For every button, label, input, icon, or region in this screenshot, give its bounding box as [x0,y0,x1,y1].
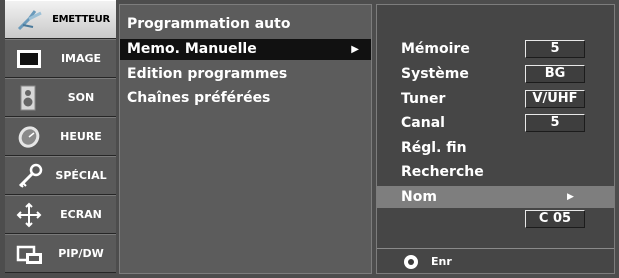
radio-icon[interactable] [404,255,418,269]
nom-value[interactable]: C 05 [525,210,585,228]
setting-label-nom: Nom [401,189,437,205]
category-label: SPÉCIAL [55,169,107,182]
setting-regl-fin[interactable]: Régl. fin [401,137,467,159]
systeme-value[interactable]: BG [525,65,585,83]
arrow-right-icon: ▶ [567,192,574,202]
category-son[interactable]: SON [5,78,116,117]
tv-osd-menu: EMETTEUR IMAGE SON HEURE SPÉCIAL ECRAN P… [0,0,619,278]
antenna-icon [15,7,45,33]
category-label: SON [67,91,95,104]
setting-label-systeme: Système [401,66,469,82]
arrow-right-icon: ▶ [351,44,359,55]
setting-label-memoire: Mémoire [401,41,470,57]
pip-icon [15,241,45,267]
move-arrows-icon [15,202,45,228]
category-label: ECRAN [60,208,102,221]
memoire-value[interactable]: 5 [525,40,585,58]
category-label: PIP/DW [58,247,104,260]
menu-item-chaines-preferees[interactable]: Chaînes préférées [120,88,371,109]
category-emetteur[interactable]: EMETTEUR [5,0,116,39]
settings-panel: Mémoire 5 Système BG Tuner V/UHF Canal 5… [376,4,615,274]
category-pipdw[interactable]: PIP/DW [5,234,116,273]
divider [377,248,614,249]
key-icon [15,163,45,189]
submenu-list: Programmation auto Memo. Manuelle ▶ Edit… [119,4,372,274]
menu-item-label: Memo. Manuelle [127,41,257,57]
save-hint-label: Enr [431,255,452,268]
setting-label-canal: Canal [401,115,445,131]
category-special[interactable]: SPÉCIAL [5,156,116,195]
menu-item-label: Edition programmes [127,66,288,82]
category-label: IMAGE [60,52,102,65]
canal-value[interactable]: 5 [525,114,585,132]
category-image[interactable]: IMAGE [5,39,116,78]
setting-nom-row[interactable]: Nom ▶ [377,186,614,208]
menu-item-label: Programmation auto [127,16,291,32]
menu-item-edition-programmes[interactable]: Edition programmes [120,64,371,85]
speaker-icon [15,85,45,111]
tuner-value[interactable]: V/UHF [525,90,585,108]
clock-icon [15,124,45,150]
menu-item-programmation-auto[interactable]: Programmation auto [120,14,371,35]
category-menu: EMETTEUR IMAGE SON HEURE SPÉCIAL ECRAN P… [5,0,116,278]
category-ecran[interactable]: ECRAN [5,195,116,234]
setting-recherche[interactable]: Recherche [401,161,484,183]
menu-item-memo-manuelle[interactable]: Memo. Manuelle ▶ [120,39,371,60]
category-heure[interactable]: HEURE [5,117,116,156]
setting-label-tuner: Tuner [401,91,446,107]
screen-icon [15,46,45,72]
category-label: HEURE [60,130,102,143]
category-label: EMETTEUR [52,14,110,25]
menu-item-label: Chaînes préférées [127,90,271,106]
